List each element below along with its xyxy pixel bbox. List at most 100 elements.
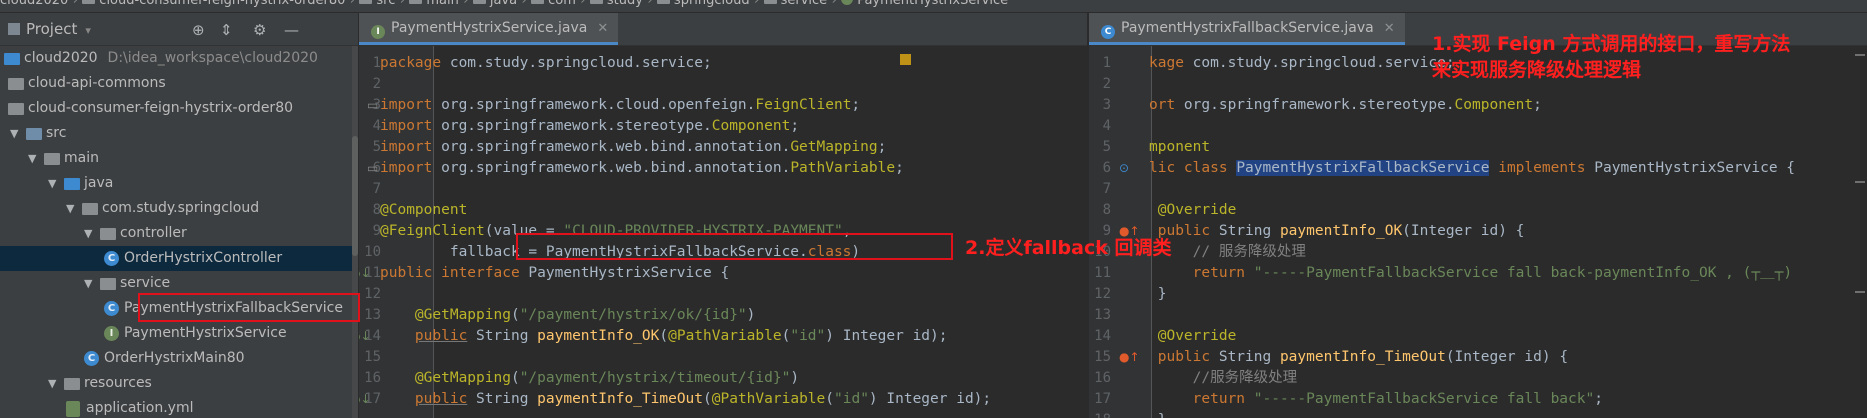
tree-item-label: java: [84, 175, 114, 191]
breadcrumb-item[interactable]: java: [472, 0, 518, 8]
tree-item-text: OrderHystrixController: [124, 246, 282, 271]
override-icon[interactable]: ●↑: [1119, 350, 1140, 364]
code-token: Component: [1454, 97, 1534, 113]
tree-item-label: cloud-consumer-feign-hystrix-order80: [28, 100, 294, 116]
locate-icon[interactable]: ⊕: [192, 21, 205, 39]
tab-label: PaymentHystrixService.java: [391, 20, 588, 36]
implemented-by-icon[interactable]: ●↓: [359, 329, 371, 343]
tab-payment-hystrix-fallback-service[interactable]: C PaymentHystrixFallbackService.java ✕: [1089, 13, 1405, 45]
tree-item-text: src: [46, 121, 66, 146]
code-token: import: [380, 139, 442, 155]
folder-icon: [472, 0, 486, 4]
expand-arrow-icon[interactable]: ▼: [10, 121, 18, 146]
tree-item[interactable]: cloud2020 D:\idea_workspace\cloud2020: [0, 46, 352, 71]
breadcrumb-item[interactable]: cloud-consumer-feign-hystrix-order80: [82, 0, 345, 7]
tree-item-label: PaymentHystrixService: [124, 325, 287, 341]
breadcrumb-item[interactable]: service: [763, 0, 828, 8]
folder-icon: [763, 0, 777, 4]
warning-marker-icon[interactable]: [900, 54, 911, 65]
breadcrumb-separator: ›: [754, 0, 760, 8]
code-token: "id": [790, 328, 826, 344]
gear-icon[interactable]: ⚙: [253, 21, 266, 39]
line-number: 15: [364, 349, 381, 365]
implemented-by-icon[interactable]: ●↓: [359, 392, 371, 406]
tree-item[interactable]: C OrderHystrixMain80: [0, 346, 352, 371]
collapse-all-icon[interactable]: ⇕: [220, 21, 233, 39]
scrollbar-thumb[interactable]: [352, 136, 358, 256]
implements-icon[interactable]: ⊙: [1119, 161, 1129, 175]
tree-item[interactable]: ▼ resources: [0, 371, 352, 396]
code-line: public String paymentInfo_TimeOut(Intege…: [1149, 347, 1867, 368]
breadcrumb-item[interactable]: PaymentHystrixService: [841, 0, 1008, 7]
tree-item[interactable]: application.yml: [0, 396, 352, 418]
code-line: @Override: [1149, 200, 1867, 221]
line-number: 2: [1102, 76, 1111, 92]
code-line: import org.springframework.stereotype.Co…: [380, 116, 1087, 137]
project-tree: cloud2020 D:\idea_workspace\cloud2020 clou…: [0, 46, 352, 418]
expand-arrow-icon[interactable]: ▼: [66, 196, 74, 221]
breadcrumb-item[interactable]: src: [359, 0, 395, 7]
tree-item[interactable]: ▼ main: [0, 146, 352, 171]
breadcrumb-item[interactable]: com: [531, 0, 576, 7]
tree-scrollbar[interactable]: [352, 46, 358, 418]
tree-item[interactable]: ▼ com.study.springcloud: [0, 196, 352, 221]
implemented-by-icon[interactable]: ●↓: [359, 266, 371, 280]
expand-arrow-icon[interactable]: ▼: [48, 171, 56, 196]
tree-item[interactable]: I PaymentHystrixService: [0, 321, 352, 346]
expand-arrow-icon[interactable]: ▼: [28, 146, 36, 171]
code-line: lic class PaymentHystrixFallbackService …: [1149, 158, 1867, 179]
minimize-icon[interactable]: —: [284, 21, 299, 39]
close-icon[interactable]: ✕: [1384, 21, 1395, 36]
highlight-box-fallback-class: [138, 293, 360, 322]
breadcrumb-item[interactable]: study: [589, 0, 643, 7]
code-area[interactable]: 1 package com.study.springcloud.service; 2…: [359, 46, 1087, 418]
breadcrumb-item[interactable]: cloud2020: [0, 0, 68, 7]
tree-item-text: PaymentHystrixService: [124, 321, 287, 346]
code-area[interactable]: 1 kage com.study.springcloud.service; 2 3 or…: [1089, 46, 1867, 418]
fold-icon[interactable]: ▭: [367, 161, 378, 175]
tree-item[interactable]: cloud-api-commons: [0, 71, 352, 96]
breadcrumb-item[interactable]: springcloud: [656, 0, 750, 7]
project-view-selector[interactable]: Project ▾: [8, 20, 91, 38]
breadcrumb-item[interactable]: main: [409, 0, 459, 7]
breadcrumb-label: java: [489, 0, 518, 8]
line-number: 12: [364, 286, 381, 302]
package-icon: [82, 203, 98, 215]
breadcrumb-separator: ›: [580, 0, 586, 8]
code-token: "-----PaymentFallbackService fall back-p…: [1253, 265, 1793, 281]
scroll-marker: [1855, 181, 1865, 183]
annotation-implement-interface: 1.实现 Feign 方式调用的接口，重写方法: [1432, 33, 1791, 55]
expand-arrow-icon[interactable]: ▼: [48, 371, 56, 396]
class-icon: C: [84, 351, 99, 366]
tree-item-text: resources: [84, 371, 152, 396]
line-number: 17: [1094, 391, 1111, 407]
code-token: @Override: [1157, 328, 1237, 344]
breadcrumb: cloud2020 › cloud-consumer-feign-hystrix-o…: [0, 0, 1867, 13]
expand-arrow-icon[interactable]: ▼: [84, 221, 92, 246]
tab-payment-hystrix-service[interactable]: I PaymentHystrixService.java ✕: [359, 13, 619, 45]
expand-arrow-icon[interactable]: ▼: [84, 271, 92, 296]
line-number: 11: [1094, 265, 1111, 281]
interface-icon: I: [371, 25, 385, 39]
tree-item[interactable]: cloud-consumer-feign-hystrix-order80: [0, 96, 352, 121]
project-panel-header: Project ▾ ⊕ ⇕ ⚙ —: [0, 13, 358, 46]
close-icon[interactable]: ✕: [597, 21, 608, 36]
tree-item[interactable]: ▼ controller: [0, 221, 352, 246]
editor-scrollbar[interactable]: [1851, 46, 1867, 418]
code-line: public String paymentInfo_TimeOut(@PathV…: [380, 389, 1087, 410]
code-token: ): [746, 307, 756, 323]
fold-icon[interactable]: ▭: [367, 98, 378, 112]
tree-item-text: cloud2020 D:\idea_workspace\cloud2020: [24, 46, 318, 71]
tree-item[interactable]: ▼ java: [0, 171, 352, 196]
breadcrumb-label: service: [780, 0, 828, 8]
line-number: 8: [372, 202, 381, 218]
tree-item[interactable]: ▼ src: [0, 121, 352, 146]
code-token: return: [1192, 265, 1254, 281]
annotation-fallback-logic: 来实现服务降级处理逻辑: [1432, 59, 1642, 81]
tree-item[interactable]: C OrderHystrixController: [0, 246, 352, 271]
